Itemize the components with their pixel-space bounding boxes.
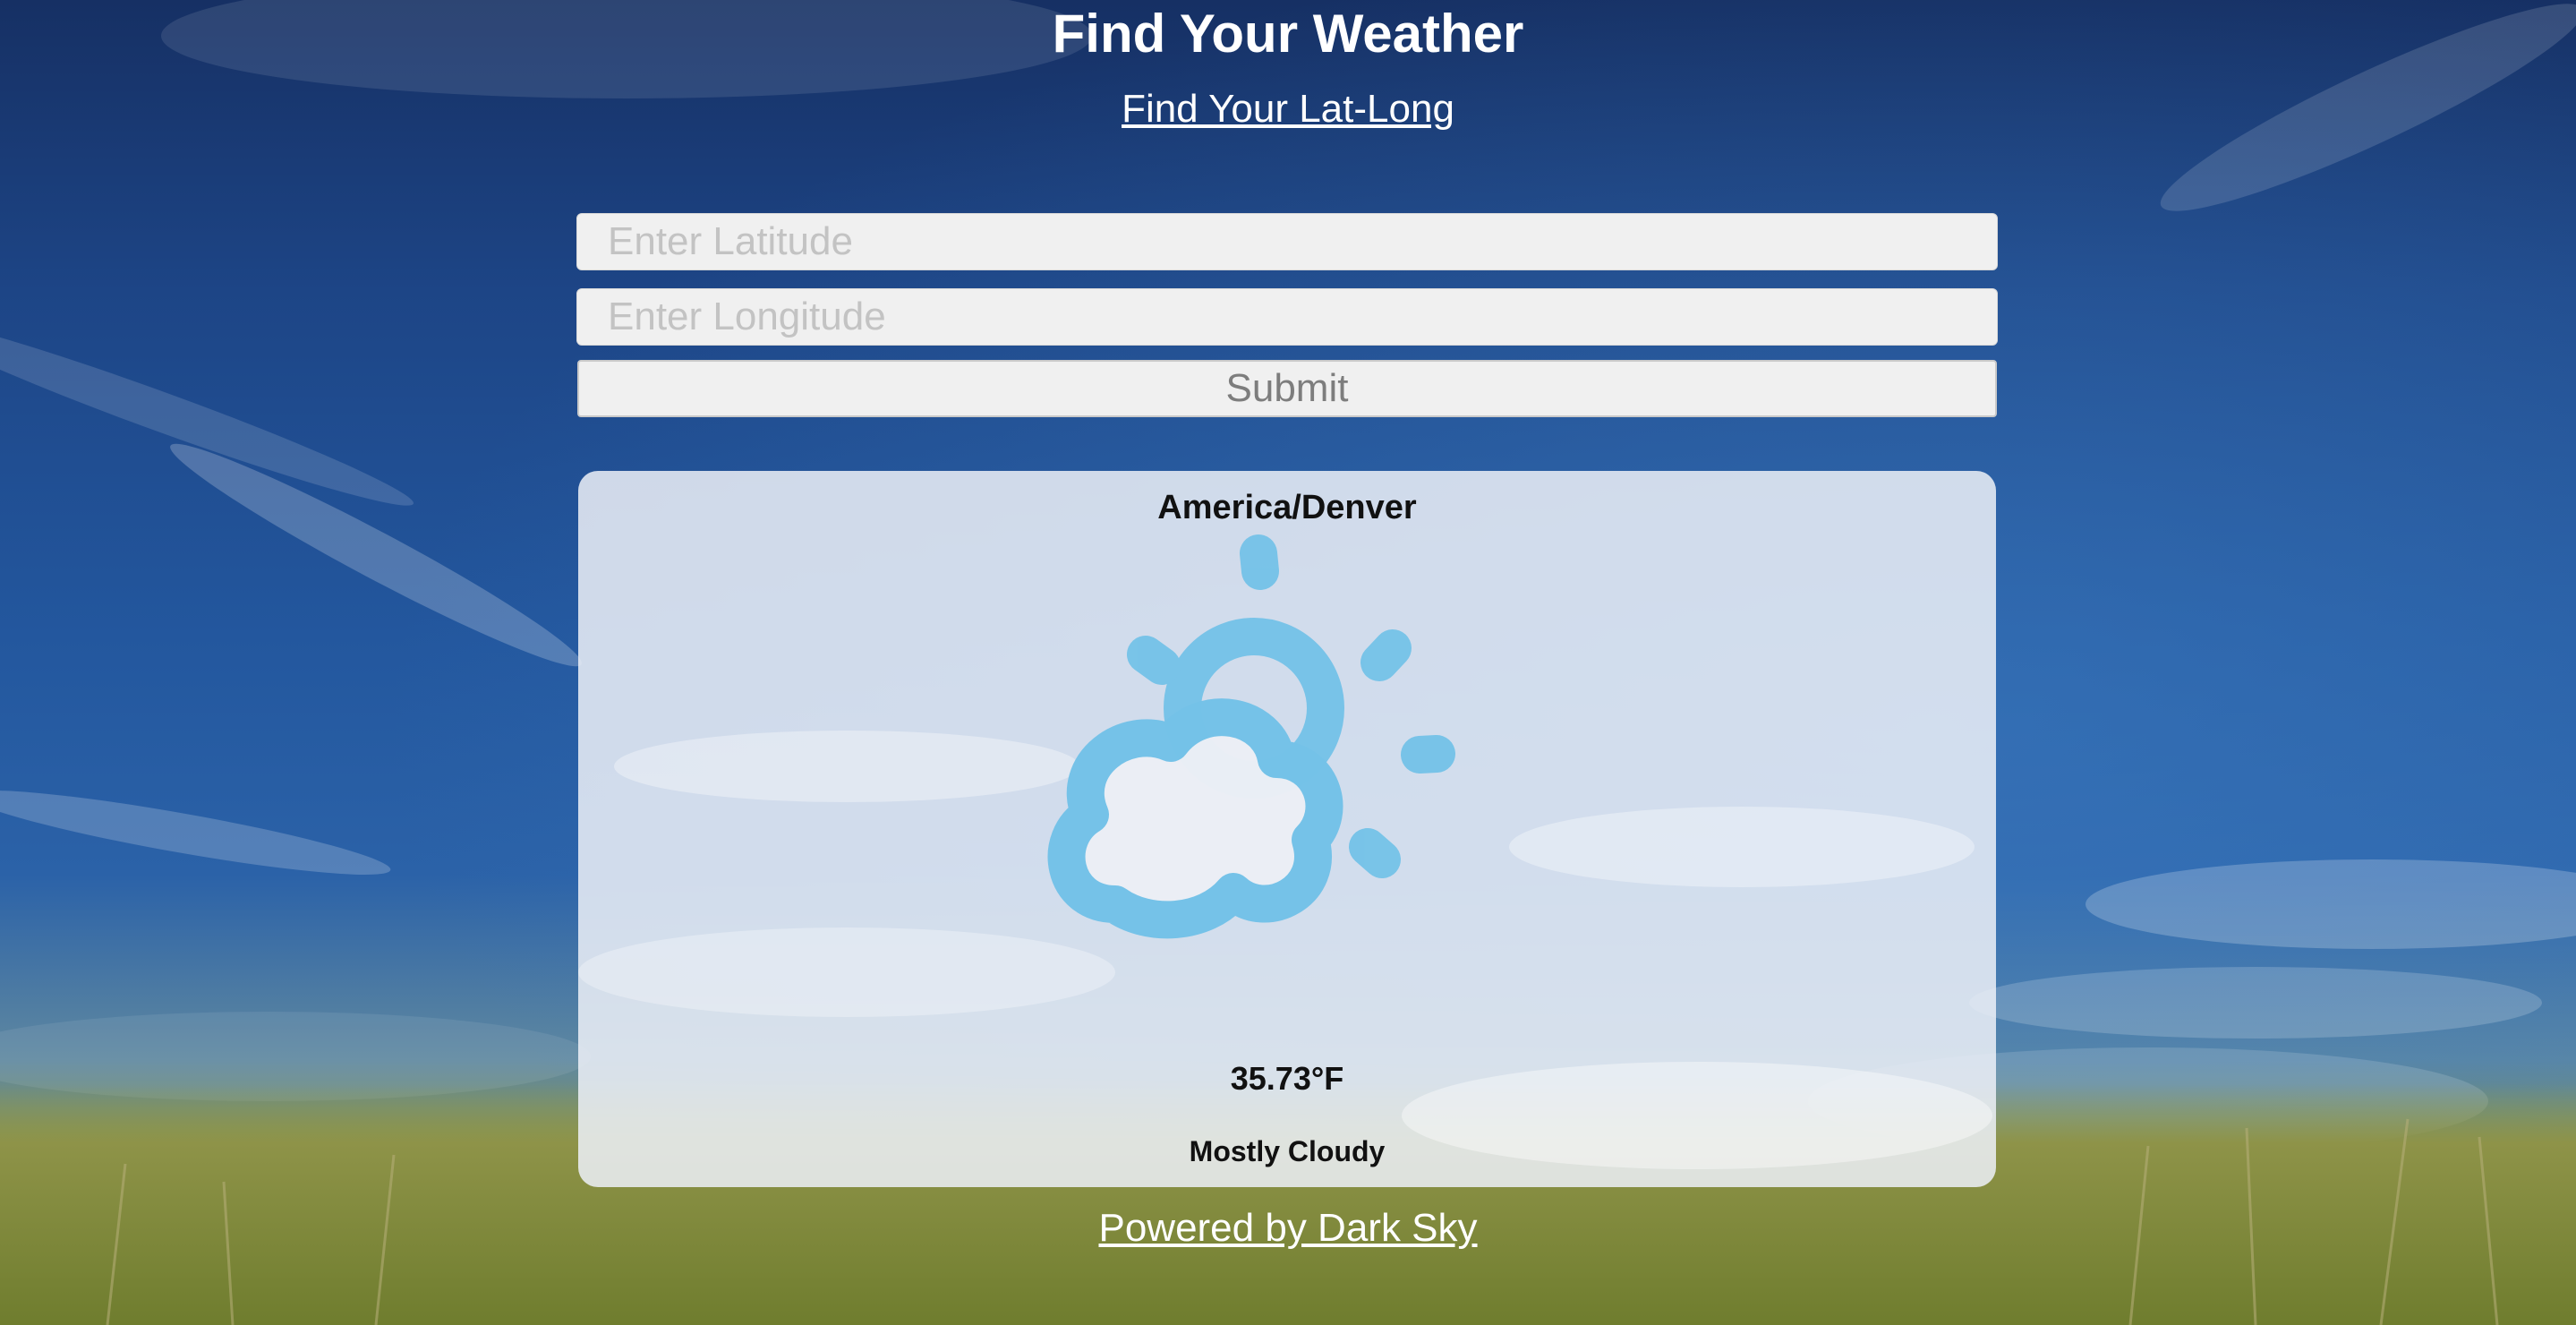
weather-summary: Mostly Cloudy	[1189, 1135, 1386, 1167]
longitude-input[interactable]	[576, 288, 1998, 346]
timezone-label: America/Denver	[1157, 489, 1417, 526]
temperature-value: 35.73°F	[1230, 1060, 1344, 1097]
weather-result-card: America/Denver 35.73°F Mostly Cloudy	[578, 471, 1996, 1187]
submit-button[interactable]: Submit	[577, 360, 1997, 417]
powered-by-dark-sky-link[interactable]: Powered by Dark Sky	[0, 1203, 2576, 1253]
find-lat-long-link[interactable]: Find Your Lat-Long	[0, 84, 2576, 134]
latitude-input[interactable]	[576, 213, 1998, 270]
partly-cloudy-day-icon	[1047, 534, 1455, 939]
page-title: Find Your Weather	[1052, 4, 1524, 64]
weather-page: Find Your Weather Find Your Lat-Long Sub…	[0, 0, 2576, 1325]
